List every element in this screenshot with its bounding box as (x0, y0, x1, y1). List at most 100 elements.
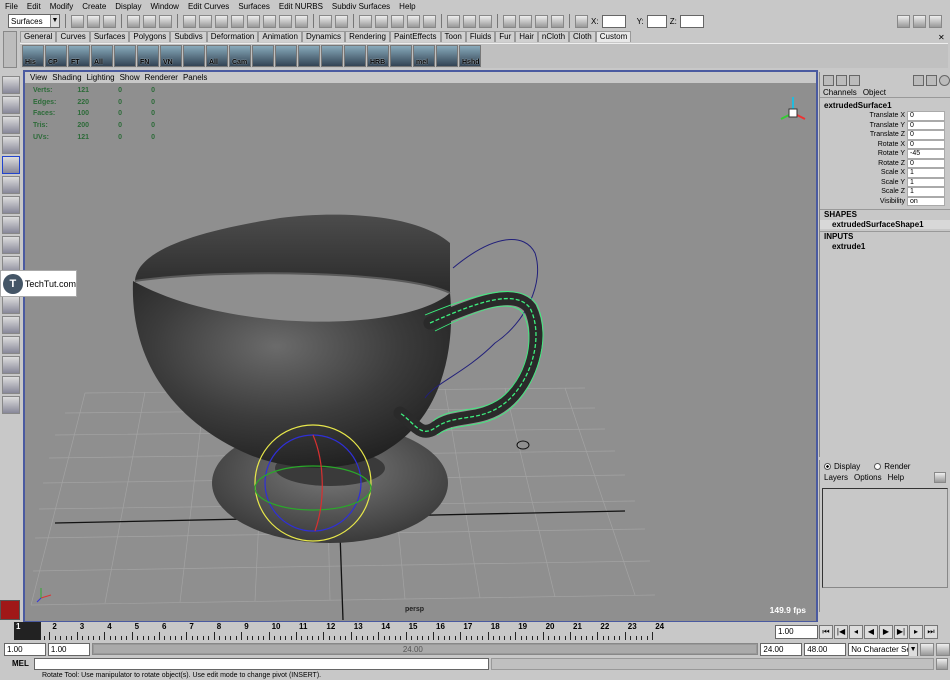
channel-value-field[interactable]: 0 (907, 139, 945, 149)
mask-rendering-icon[interactable] (279, 14, 292, 28)
shelf-button-icon[interactable] (321, 45, 343, 67)
show-channel-box-icon[interactable] (913, 14, 926, 28)
shelf-tab-rendering[interactable]: Rendering (345, 31, 390, 42)
channel-value-field[interactable]: -45 (907, 149, 945, 159)
panel-menu-show[interactable]: Show (120, 73, 140, 82)
channel-value-field[interactable]: on (907, 196, 945, 206)
channel-layer-icon[interactable] (849, 74, 860, 86)
channel-row[interactable]: Scale X1 (820, 168, 950, 178)
channel-row[interactable]: Translate X0 (820, 111, 950, 121)
layer-list[interactable] (822, 488, 948, 588)
time-slider[interactable]: 1 2 3 4 5 6 7 8 9 10 11 12 13 14 15 16 17 18 19 20 21 22 23 24 (0, 622, 818, 640)
shelf-tab-deformation[interactable]: Deformation (206, 31, 259, 42)
animation-end-field[interactable]: 48.00 (804, 642, 847, 656)
select-tool-icon[interactable] (2, 76, 20, 94)
channel-value-field[interactable]: 1 (907, 187, 945, 197)
mask-curves-icon[interactable] (215, 14, 228, 28)
select-hierarchy-icon[interactable] (127, 14, 140, 28)
channel-row[interactable]: Scale Z1 (820, 187, 950, 197)
shelf-button-icon[interactable]: VN (160, 45, 182, 67)
numeric-input-icon[interactable] (575, 14, 588, 28)
channel-row[interactable]: Scale Y1 (820, 177, 950, 187)
open-scene-icon[interactable] (87, 14, 100, 28)
show-attribute-editor-icon[interactable] (897, 14, 910, 28)
lock-selection-icon[interactable] (319, 14, 332, 28)
shelf-button-icon[interactable] (275, 45, 297, 67)
shelf-button-icon[interactable] (436, 45, 458, 67)
step-forward-frame-icon[interactable]: ▸ (909, 625, 923, 639)
shelf-tab-ncloth[interactable]: nCloth (537, 31, 570, 42)
shelf-button-icon[interactable]: Hshd (459, 45, 481, 67)
character-set-dropdown[interactable]: No Character Set ▼ (848, 642, 919, 656)
channel-row[interactable]: Translate Z0 (820, 130, 950, 140)
options-menu[interactable]: Options (854, 472, 882, 484)
shelf-tab-custom[interactable]: Custom (595, 31, 632, 42)
menu-display[interactable]: Display (115, 2, 141, 11)
shelf-tab-cloth[interactable]: Cloth (569, 31, 596, 42)
menu-surfaces[interactable]: Surfaces (238, 2, 270, 11)
menu-subdiv-surfaces[interactable]: Subdiv Surfaces (332, 2, 390, 11)
go-to-end-icon[interactable]: ⏭ (924, 625, 938, 639)
shelf-button-icon[interactable] (252, 45, 274, 67)
manipulator-icon[interactable] (2, 216, 20, 234)
input-node-name[interactable]: extrude1 (820, 242, 950, 251)
layer-editor-icon[interactable] (836, 74, 847, 86)
menu-file[interactable]: File (5, 2, 18, 11)
shelf-button-icon[interactable]: All (91, 45, 113, 67)
channel-row[interactable]: Rotate Y -45 (820, 149, 950, 159)
mask-deformers-icon[interactable] (247, 14, 260, 28)
step-back-frame-icon[interactable]: ◂ (849, 625, 863, 639)
channel-value-field[interactable]: 0 (907, 120, 945, 130)
shelf-button-icon[interactable] (298, 45, 320, 67)
shelf-button-icon[interactable]: All (206, 45, 228, 67)
y-field[interactable] (646, 14, 667, 28)
maya-logo-icon[interactable] (0, 600, 20, 620)
playback-start-field[interactable]: 1.00 (47, 642, 90, 656)
panel-menu-panels[interactable]: Panels (183, 73, 207, 82)
input-ops-icon[interactable] (447, 14, 460, 28)
shapes-header[interactable]: SHAPES (820, 209, 950, 220)
shelf-button-icon[interactable] (183, 45, 205, 67)
menu-modify[interactable]: Modify (50, 2, 74, 11)
step-back-key-icon[interactable]: |◀ (834, 625, 848, 639)
help-icon[interactable] (939, 74, 950, 86)
display-layers-radio[interactable]: Display (824, 462, 860, 471)
soft-mod-icon[interactable] (2, 196, 20, 214)
shelf-button-icon[interactable]: FT (68, 45, 90, 67)
menu-window[interactable]: Window (151, 2, 179, 11)
channel-row[interactable]: Rotate X0 (820, 139, 950, 149)
menu-create[interactable]: Create (82, 2, 106, 11)
channels-menu[interactable]: Channels (823, 88, 857, 97)
render-globals-icon[interactable] (551, 14, 564, 28)
shelf-button-icon[interactable]: Cam (229, 45, 251, 67)
shelf-button-icon[interactable]: HRB (367, 45, 389, 67)
channel-value-field[interactable]: 0 (907, 158, 945, 168)
last-tool-icon[interactable] (2, 236, 20, 254)
help-menu[interactable]: Help (888, 472, 904, 484)
select-component-icon[interactable] (159, 14, 172, 28)
attribute-editor-icon[interactable] (913, 74, 924, 86)
make-live-icon[interactable] (423, 14, 436, 28)
shelf-close-icon[interactable]: ✕ (938, 33, 945, 42)
viewport-scene[interactable] (25, 83, 816, 621)
save-scene-icon[interactable] (103, 14, 116, 28)
layers-menu[interactable]: Layers (824, 472, 848, 484)
command-input[interactable] (34, 657, 489, 670)
output-ops-icon[interactable] (463, 14, 476, 28)
shelf-button-icon[interactable]: His (22, 45, 44, 67)
shelf-tab-dynamics[interactable]: Dynamics (301, 31, 346, 42)
snap-grid-icon[interactable] (359, 14, 372, 28)
new-scene-icon[interactable] (71, 14, 84, 28)
shelf-tab-general[interactable]: General (20, 31, 57, 42)
mask-joints-icon[interactable] (199, 14, 212, 28)
tool-settings-icon[interactable] (926, 74, 937, 86)
mask-misc-icon[interactable] (295, 14, 308, 28)
channel-value-field[interactable]: 1 (907, 168, 945, 178)
shelf-button-icon[interactable]: mel (413, 45, 435, 67)
ipr-render-icon[interactable] (535, 14, 548, 28)
rotate-tool-icon[interactable] (2, 156, 20, 174)
custom-layout-icon[interactable] (2, 396, 20, 414)
x-field[interactable] (601, 14, 626, 28)
lasso-tool-icon[interactable] (2, 96, 20, 114)
auto-key-icon[interactable] (920, 642, 935, 656)
